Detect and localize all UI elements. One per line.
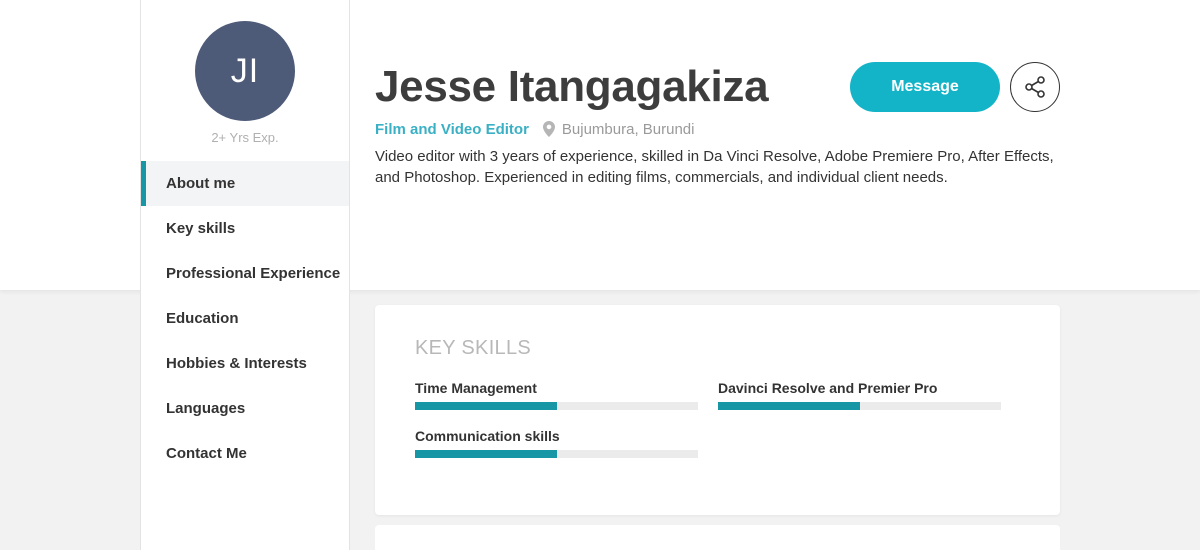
nav-item-contact-me[interactable]: Contact Me bbox=[141, 431, 349, 476]
profile-bio: Video editor with 3 years of experience,… bbox=[375, 148, 1054, 186]
nav-item-professional-experience[interactable]: Professional Experience bbox=[141, 251, 349, 296]
profile-subline: Film and Video Editor Bujumbura, Burundi bbox=[375, 120, 694, 138]
skill-item: Time Management bbox=[415, 380, 698, 410]
avatar-initials: JI bbox=[230, 51, 260, 90]
nav-item-key-skills[interactable]: Key skills bbox=[141, 206, 349, 251]
message-button-label: Message bbox=[891, 78, 959, 95]
avatar: JI bbox=[195, 21, 295, 121]
next-section-card bbox=[375, 525, 1060, 550]
share-button[interactable] bbox=[1010, 62, 1060, 112]
nav-item-languages[interactable]: Languages bbox=[141, 386, 349, 431]
section-nav: About me Key skills Professional Experie… bbox=[141, 161, 349, 476]
skill-name: Time Management bbox=[415, 380, 537, 396]
message-button[interactable]: Message bbox=[850, 62, 1000, 112]
profile-name: Jesse Itangagakiza bbox=[375, 62, 769, 111]
skill-item: Davinci Resolve and Premier Pro bbox=[718, 380, 1001, 410]
skill-name: Davinci Resolve and Premier Pro bbox=[718, 380, 938, 396]
skill-level-fill bbox=[415, 450, 557, 458]
skill-level-fill bbox=[718, 402, 860, 410]
key-skills-card: KEY SKILLS Time Management Davinci Resol… bbox=[375, 305, 1060, 515]
nav-item-about-me[interactable]: About me bbox=[141, 161, 349, 206]
experience-label: 2+ Yrs Exp. bbox=[211, 130, 279, 145]
skill-level-track bbox=[415, 402, 698, 410]
key-skills-title: KEY SKILLS bbox=[415, 337, 532, 359]
profile-sidebar: JI 2+ Yrs Exp. About me Key skills Profe… bbox=[140, 0, 350, 550]
skill-name: Communication skills bbox=[415, 428, 560, 444]
skill-level-track bbox=[415, 450, 698, 458]
profile-location: Bujumbura, Burundi bbox=[561, 120, 695, 138]
skill-level-fill bbox=[415, 402, 557, 410]
skill-item: Communication skills bbox=[415, 428, 698, 458]
location-pin-icon bbox=[542, 121, 555, 137]
share-icon bbox=[1023, 75, 1047, 99]
skill-level-track bbox=[718, 402, 1001, 410]
profile-role: Film and Video Editor bbox=[375, 120, 529, 138]
nav-item-hobbies-interests[interactable]: Hobbies & Interests bbox=[141, 341, 349, 386]
nav-item-education[interactable]: Education bbox=[141, 296, 349, 341]
